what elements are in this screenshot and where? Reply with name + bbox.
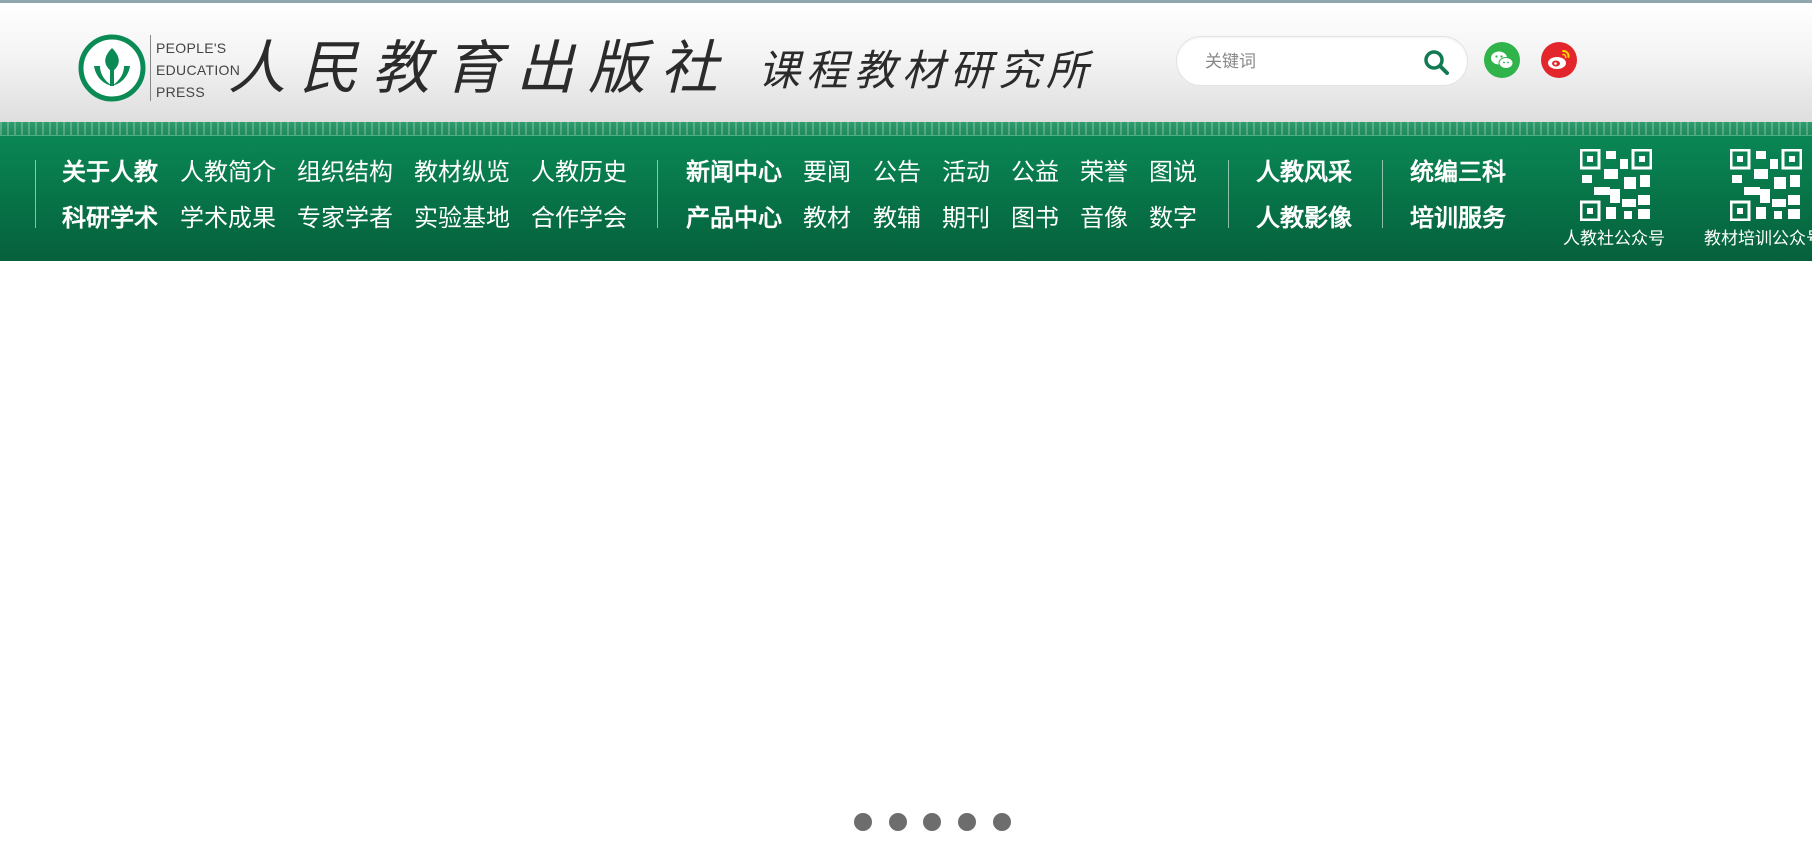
carousel-dot-1[interactable] <box>854 813 872 831</box>
search-input[interactable] <box>1205 49 1405 75</box>
nav-pep-history[interactable]: 人教历史 <box>531 157 627 187</box>
nav-supplementary[interactable]: 教辅 <box>873 203 921 233</box>
nav-pep-intro[interactable]: 人教简介 <box>180 157 276 187</box>
nav-textbook-overview[interactable]: 教材纵览 <box>414 157 510 187</box>
main-navigation: 关于人教 人教简介 组织结构 教材纵览 人教历史 科研学术 学术成果 专家学者 … <box>0 122 1812 261</box>
nav-announcements[interactable]: 公告 <box>873 157 921 187</box>
nav-academic-results[interactable]: 学术成果 <box>180 203 276 233</box>
nav-pictures[interactable]: 图说 <box>1149 157 1197 187</box>
wechat-button[interactable] <box>1484 42 1520 78</box>
pep-emblem-icon <box>78 34 146 102</box>
nav-books[interactable]: 图书 <box>1011 203 1059 233</box>
qr-code-icon[interactable] <box>1580 149 1652 221</box>
carousel-dot-2[interactable] <box>889 813 907 831</box>
nav-unified-three-subjects[interactable]: 统编三科 <box>1410 157 1506 187</box>
site-logo[interactable]: PEOPLE'S EDUCATION PRESS 人民教育出版社 课程教材研究所 <box>78 31 1088 107</box>
search-icon[interactable] <box>1422 48 1450 76</box>
search-box <box>1176 36 1468 86</box>
nav-separator <box>35 160 36 228</box>
qr-code-icon[interactable] <box>1730 149 1802 221</box>
nav-product-center[interactable]: 产品中心 <box>686 203 782 233</box>
nav-separator <box>1228 160 1229 228</box>
nav-experts[interactable]: 专家学者 <box>297 203 393 233</box>
nav-training-services[interactable]: 培训服务 <box>1410 203 1506 233</box>
carousel-dot-4[interactable] <box>958 813 976 831</box>
nav-research[interactable]: 科研学术 <box>62 203 158 233</box>
logo-institute-name: 课程教材研究所 <box>758 46 1095 95</box>
weibo-icon <box>1548 50 1570 69</box>
nav-textbooks[interactable]: 教材 <box>803 203 851 233</box>
qr-label-pep-official: 人教社公众号 <box>1563 229 1665 249</box>
nav-pep-images[interactable]: 人教影像 <box>1256 203 1352 233</box>
nav-experiment-bases[interactable]: 实验基地 <box>414 203 510 233</box>
nav-org-structure[interactable]: 组织结构 <box>297 157 393 187</box>
wechat-icon <box>1491 51 1514 69</box>
carousel-dot-3[interactable] <box>923 813 941 831</box>
nav-honors[interactable]: 荣誉 <box>1080 157 1128 187</box>
nav-digital[interactable]: 数字 <box>1149 203 1197 233</box>
carousel-dot-5[interactable] <box>993 813 1011 831</box>
nav-headlines[interactable]: 要闻 <box>803 157 851 187</box>
nav-separator <box>657 160 658 228</box>
qr-label-textbook-training: 教材培训公众号 <box>1704 229 1812 249</box>
nav-pep-style[interactable]: 人教风采 <box>1256 157 1352 187</box>
nav-news-center[interactable]: 新闻中心 <box>686 157 782 187</box>
weibo-button[interactable] <box>1541 42 1577 78</box>
band-pattern <box>0 122 1812 136</box>
nav-separator <box>1382 160 1383 228</box>
nav-audio-video[interactable]: 音像 <box>1080 203 1128 233</box>
site-header: PEOPLE'S EDUCATION PRESS 人民教育出版社 课程教材研究所 <box>0 0 1812 122</box>
nav-journals[interactable]: 期刊 <box>942 203 990 233</box>
nav-about-pep[interactable]: 关于人教 <box>62 157 158 187</box>
logo-chinese-name: 人民教育出版社 <box>228 34 733 102</box>
nav-public-welfare[interactable]: 公益 <box>1011 157 1059 187</box>
nav-events[interactable]: 活动 <box>942 157 990 187</box>
logo-divider <box>150 35 151 101</box>
nav-cooperating-societies[interactable]: 合作学会 <box>531 203 627 233</box>
